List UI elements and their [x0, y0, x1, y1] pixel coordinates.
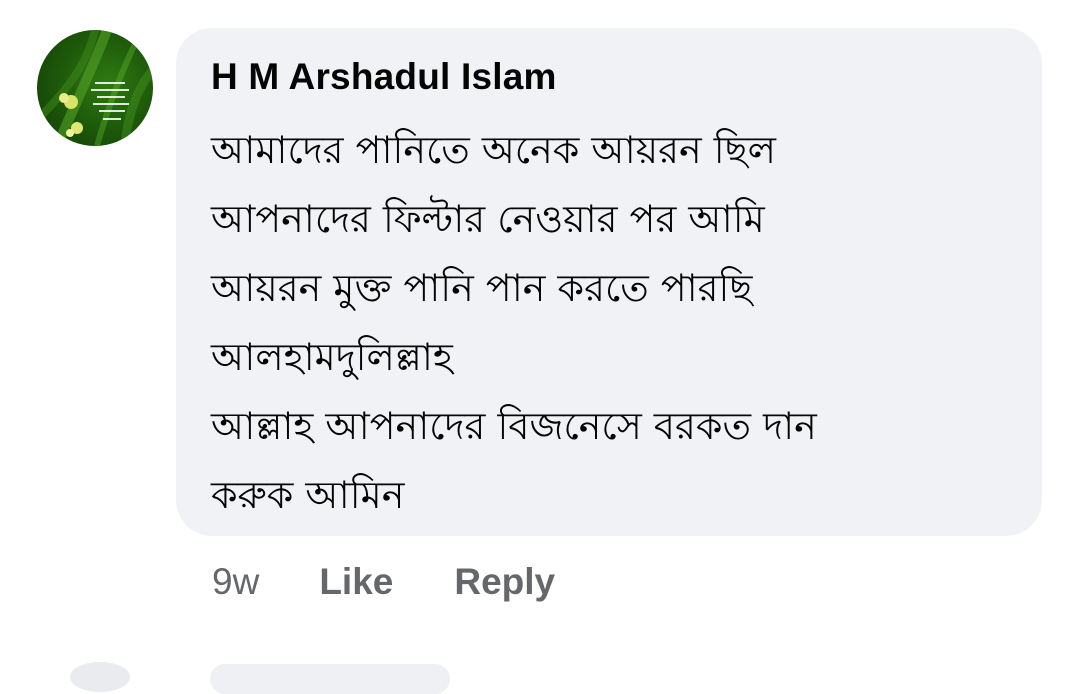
- comment-line: আমাদের পানিতে অনেক আয়রন ছিল: [211, 128, 776, 172]
- comment-line: আলহামদুলিল্লাহ: [211, 335, 453, 379]
- comment-line: আয়রন মুক্ত পানি পান করতে পারছি: [211, 266, 753, 310]
- comment-line: করুক আমিন: [211, 473, 405, 517]
- comment-actions: 9w Like Reply: [212, 560, 555, 604]
- like-button[interactable]: Like: [319, 561, 393, 603]
- reply-button[interactable]: Reply: [454, 561, 555, 603]
- next-comment-avatar[interactable]: [70, 662, 130, 692]
- comment-text: আমাদের পানিতে অনেক আয়রন ছিল আপনাদের ফিল…: [211, 116, 1021, 530]
- comment-timestamp[interactable]: 9w: [212, 561, 259, 603]
- comment-author-name[interactable]: H M Arshadul Islam: [211, 56, 557, 98]
- comment-bubble: H M Arshadul Islam আমাদের পানিতে অনেক আয…: [176, 28, 1042, 536]
- comment-line: আপনাদের ফিল্টার নেওয়ার পর আমি: [211, 197, 765, 241]
- comment-line: আল্লাহ আপনাদের বিজনেসে বরকত দান: [211, 404, 817, 448]
- next-comment-bubble: [210, 664, 450, 694]
- commenter-avatar[interactable]: [37, 30, 153, 146]
- avatar-leaves-image: [37, 30, 153, 146]
